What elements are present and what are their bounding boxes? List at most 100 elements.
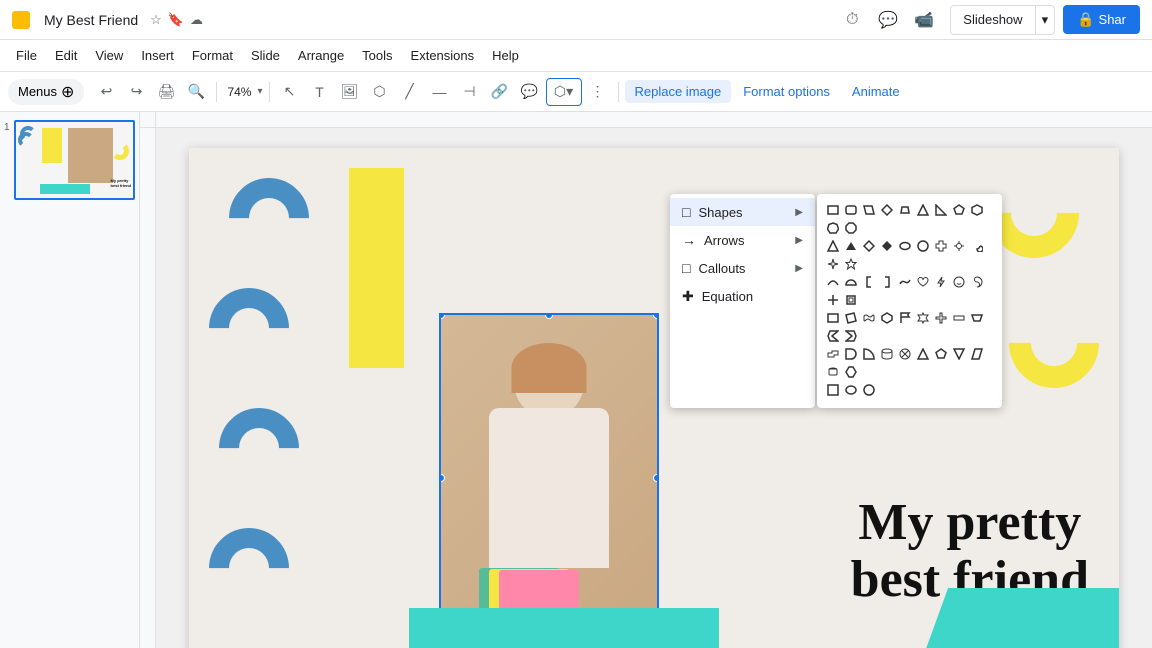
shape-quarter[interactable] <box>861 346 877 362</box>
menu-extensions[interactable]: Extensions <box>403 44 483 67</box>
shape-bracket-l[interactable] <box>861 274 877 290</box>
shape-frame[interactable] <box>843 292 859 308</box>
shape-diamond-2[interactable] <box>861 238 877 254</box>
shape-triangle-4[interactable] <box>951 346 967 362</box>
text-tool[interactable]: T <box>306 78 334 106</box>
shape-heptagon[interactable] <box>825 220 841 236</box>
shape-cylinder[interactable] <box>879 346 895 362</box>
more-options-button[interactable]: ⋮ <box>584 78 612 106</box>
comment-button[interactable]: 💬 <box>874 6 902 34</box>
shape-cross[interactable] <box>933 238 949 254</box>
shape-plus[interactable] <box>933 310 949 326</box>
shape-wave[interactable] <box>897 274 913 290</box>
shape-band[interactable] <box>861 310 877 326</box>
shape-round-2[interactable] <box>915 238 931 254</box>
handle-tr[interactable] <box>653 313 659 319</box>
doc-title[interactable]: My Best Friend <box>44 12 138 28</box>
shape-flag[interactable] <box>897 310 913 326</box>
meet-button[interactable]: 📹 <box>910 6 938 34</box>
slideshow-button[interactable]: Slideshow <box>950 5 1035 35</box>
menu-slide[interactable]: Slide <box>243 44 288 67</box>
shape-rectangle[interactable] <box>825 202 841 218</box>
shape-trapezoid-2[interactable] <box>969 310 985 326</box>
print-button[interactable]: 🖨 <box>152 78 180 106</box>
share-button[interactable]: 🔒 Shar <box>1063 5 1140 34</box>
shape-star4[interactable] <box>825 256 841 272</box>
shape-eq-triangle[interactable] <box>825 238 841 254</box>
arrows-item[interactable]: → Arrows ▶ <box>670 226 815 254</box>
menus-pill[interactable]: Menus ⊕ <box>8 79 84 105</box>
menu-arrange[interactable]: Arrange <box>290 44 352 67</box>
zoom-dropdown-icon[interactable]: ▾ <box>257 86 262 97</box>
shape-frame-2[interactable] <box>843 364 859 380</box>
menu-file[interactable]: File <box>8 44 45 67</box>
shape-step[interactable] <box>825 346 841 362</box>
shape-parallelogram-2[interactable] <box>969 346 985 362</box>
menu-view[interactable]: View <box>87 44 131 67</box>
zoom-value[interactable]: 74% <box>223 83 255 101</box>
format-options-button[interactable]: Format options <box>733 80 840 103</box>
select-tool[interactable]: ↖ <box>276 78 304 106</box>
shape-circle-x[interactable] <box>897 346 913 362</box>
shape-round-1[interactable] <box>897 238 913 254</box>
shape-rounded-rect[interactable] <box>843 202 859 218</box>
shape-options-button[interactable]: ⬡▾ <box>546 78 582 106</box>
shape-right-triangle[interactable] <box>933 202 949 218</box>
shape-heart[interactable] <box>915 274 931 290</box>
menu-format[interactable]: Format <box>184 44 241 67</box>
shape-chevron-r[interactable] <box>843 328 859 344</box>
shape-sun[interactable] <box>951 238 967 254</box>
save-status-icon[interactable]: 🔖 <box>168 12 184 28</box>
slide-canvas[interactable]: My prettybest friend □ Shapes ▶ <box>156 128 1152 648</box>
shape-trapezoid[interactable] <box>897 202 913 218</box>
shape-octagon[interactable] <box>843 220 859 236</box>
shape-circle[interactable] <box>861 382 877 398</box>
slide-1-thumbnail[interactable]: My prettybest friend <box>14 120 135 200</box>
menu-tools[interactable]: Tools <box>354 44 400 67</box>
menu-edit[interactable]: Edit <box>47 44 85 67</box>
shape-ribbon[interactable] <box>915 310 931 326</box>
shapes-item[interactable]: □ Shapes ▶ <box>670 198 815 226</box>
replace-image-button[interactable]: Replace image <box>625 80 732 103</box>
shape-parallelogram[interactable] <box>861 202 877 218</box>
shape-filled-triangle[interactable] <box>843 238 859 254</box>
shape-yin-yang[interactable] <box>969 274 985 290</box>
shape-star5[interactable] <box>843 256 859 272</box>
undo-button[interactable]: ↩ <box>92 78 120 106</box>
shape-filled-diamond[interactable] <box>879 238 895 254</box>
shape-rect-4[interactable] <box>825 310 841 326</box>
redo-button[interactable]: ↪ <box>122 78 150 106</box>
spell-check-button[interactable]: 🔍 <box>182 78 210 106</box>
shape-triangle-3[interactable] <box>915 346 931 362</box>
shape-half-r[interactable] <box>843 346 859 362</box>
shape-arc[interactable] <box>825 274 841 290</box>
comment-add-button[interactable]: 💬 <box>516 78 544 106</box>
shape-chevron-l[interactable] <box>825 328 841 344</box>
shape-bracket-r[interactable] <box>879 274 895 290</box>
line-type-button[interactable]: — <box>426 78 454 106</box>
image-tool[interactable]: 🖼 <box>336 78 364 106</box>
shape-diamond[interactable] <box>879 202 895 218</box>
line-tool[interactable]: ╱ <box>396 78 424 106</box>
shape-half-circle[interactable] <box>843 274 859 290</box>
shape-crescent[interactable] <box>969 238 985 254</box>
shape-snip[interactable] <box>843 310 859 326</box>
shape-smiley[interactable] <box>951 274 967 290</box>
shape-hexagon[interactable] <box>969 202 985 218</box>
shape-lightning[interactable] <box>933 274 949 290</box>
shape-pentagon[interactable] <box>951 202 967 218</box>
history-button[interactable]: ⏱ <box>838 6 866 34</box>
shape-oval[interactable] <box>843 382 859 398</box>
shape-arrows-x[interactable] <box>825 292 841 308</box>
zoom-control[interactable]: 74% ▾ <box>223 83 262 101</box>
slideshow-dropdown-button[interactable]: ▾ <box>1036 5 1056 35</box>
shape-tool[interactable]: ⬡ <box>366 78 394 106</box>
shape-triangle[interactable] <box>915 202 931 218</box>
shape-minus[interactable] <box>951 310 967 326</box>
callouts-item[interactable]: □ Callouts ▶ <box>670 254 815 282</box>
shape-box[interactable] <box>879 310 895 326</box>
menu-insert[interactable]: Insert <box>133 44 182 67</box>
shape-can[interactable] <box>825 364 841 380</box>
star-icon[interactable]: ☆ <box>150 12 162 28</box>
cloud-icon[interactable]: ☁ <box>190 12 203 28</box>
